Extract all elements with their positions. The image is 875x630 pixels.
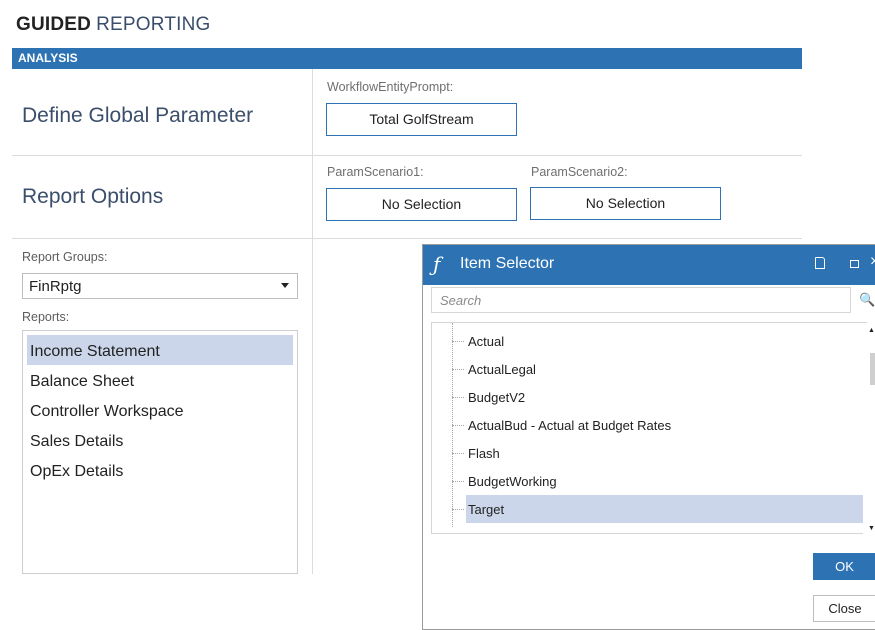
tree-item-actuallegal[interactable]: ActualLegal bbox=[444, 355, 868, 383]
tree-item-label: Actual bbox=[468, 334, 505, 349]
report-options-label: Report Options bbox=[22, 185, 164, 208]
param-scenario1-button[interactable]: No Selection bbox=[326, 188, 517, 221]
report-item-controller-workspace[interactable]: Controller Workspace bbox=[27, 395, 293, 425]
tree-item-label: Flash bbox=[468, 446, 500, 461]
close-button[interactable]: Close bbox=[813, 595, 875, 622]
report-item-opex-details[interactable]: OpEx Details bbox=[27, 455, 293, 485]
param-scenario2-label: ParamScenario2: bbox=[531, 165, 628, 179]
dialog-title-bar[interactable]: ƒ Item Selector × bbox=[423, 245, 875, 285]
scroll-up-icon[interactable]: ▲ bbox=[868, 327, 875, 334]
app-title: GUIDED REPORTING bbox=[16, 14, 211, 36]
tree-connector bbox=[452, 397, 464, 398]
item-tree: Actual ActualLegal BudgetV2 ActualBud - … bbox=[431, 322, 875, 534]
tree-item-target[interactable]: Target bbox=[444, 495, 875, 523]
chevron-down-icon bbox=[281, 283, 289, 288]
tree-item-label: BudgetWorking bbox=[468, 474, 557, 489]
param-scenario2-button[interactable]: No Selection bbox=[530, 187, 721, 220]
tree-item-label: ActualLegal bbox=[468, 362, 536, 377]
item-selector-dialog: ƒ Item Selector × Search 🔍 Actual Actual… bbox=[422, 244, 875, 630]
tree-item-budgetworking[interactable]: BudgetWorking bbox=[444, 467, 868, 495]
reports-list: Income Statement Balance Sheet Controlle… bbox=[22, 330, 298, 574]
report-groups-dropdown[interactable]: FinRptg bbox=[22, 273, 298, 299]
column-divider bbox=[312, 69, 313, 574]
selection-highlight bbox=[466, 495, 875, 523]
analysis-section-bar: ANALYSIS bbox=[12, 48, 802, 69]
tree-item-flash[interactable]: Flash bbox=[444, 439, 868, 467]
tree-connector bbox=[452, 341, 464, 342]
workflow-entity-prompt-label: WorkflowEntityPrompt: bbox=[327, 80, 454, 94]
tree-item-budgetv2[interactable]: BudgetV2 bbox=[444, 383, 868, 411]
maximize-icon[interactable] bbox=[850, 260, 859, 268]
ok-button[interactable]: OK bbox=[813, 553, 875, 580]
report-item-income-statement[interactable]: Income Statement bbox=[27, 335, 293, 365]
row-divider bbox=[12, 155, 802, 156]
tree-item-actualbud[interactable]: ActualBud - Actual at Budget Rates bbox=[444, 411, 868, 439]
search-input[interactable]: Search bbox=[431, 287, 851, 313]
dialog-title: Item Selector bbox=[460, 255, 555, 272]
document-icon[interactable] bbox=[815, 257, 825, 269]
report-groups-value: FinRptg bbox=[29, 278, 82, 295]
app-title-rest: REPORTING bbox=[96, 14, 211, 35]
close-icon[interactable]: × bbox=[870, 253, 875, 271]
tree-item-label: Target bbox=[468, 502, 505, 517]
tree-connector bbox=[452, 509, 464, 510]
row-divider bbox=[12, 238, 802, 239]
report-groups-label: Report Groups: bbox=[22, 250, 108, 264]
define-global-parameter-label: Define Global Parameter bbox=[22, 104, 254, 127]
tree-connector bbox=[452, 481, 464, 482]
report-item-sales-details[interactable]: Sales Details bbox=[27, 425, 293, 455]
app-logo-icon: ƒ bbox=[433, 252, 441, 276]
scrollbar-thumb[interactable] bbox=[870, 353, 875, 385]
tree-connector bbox=[452, 453, 464, 454]
tree-item-label: BudgetV2 bbox=[468, 390, 526, 405]
scroll-down-icon[interactable]: ▼ bbox=[868, 525, 875, 532]
workflow-entity-prompt-button[interactable]: Total GolfStream bbox=[326, 103, 517, 136]
param-scenario1-label: ParamScenario1: bbox=[327, 165, 424, 179]
tree-item-label: ActualBud - Actual at Budget Rates bbox=[468, 418, 672, 433]
tree-connector bbox=[452, 425, 464, 426]
tree-connector bbox=[452, 369, 464, 370]
reports-label: Reports: bbox=[22, 310, 70, 324]
binoculars-icon[interactable]: 🔍 bbox=[859, 292, 875, 308]
report-item-balance-sheet[interactable]: Balance Sheet bbox=[27, 365, 293, 395]
app-title-bold: GUIDED bbox=[16, 14, 92, 35]
tree-item-actual[interactable]: Actual bbox=[444, 327, 868, 355]
